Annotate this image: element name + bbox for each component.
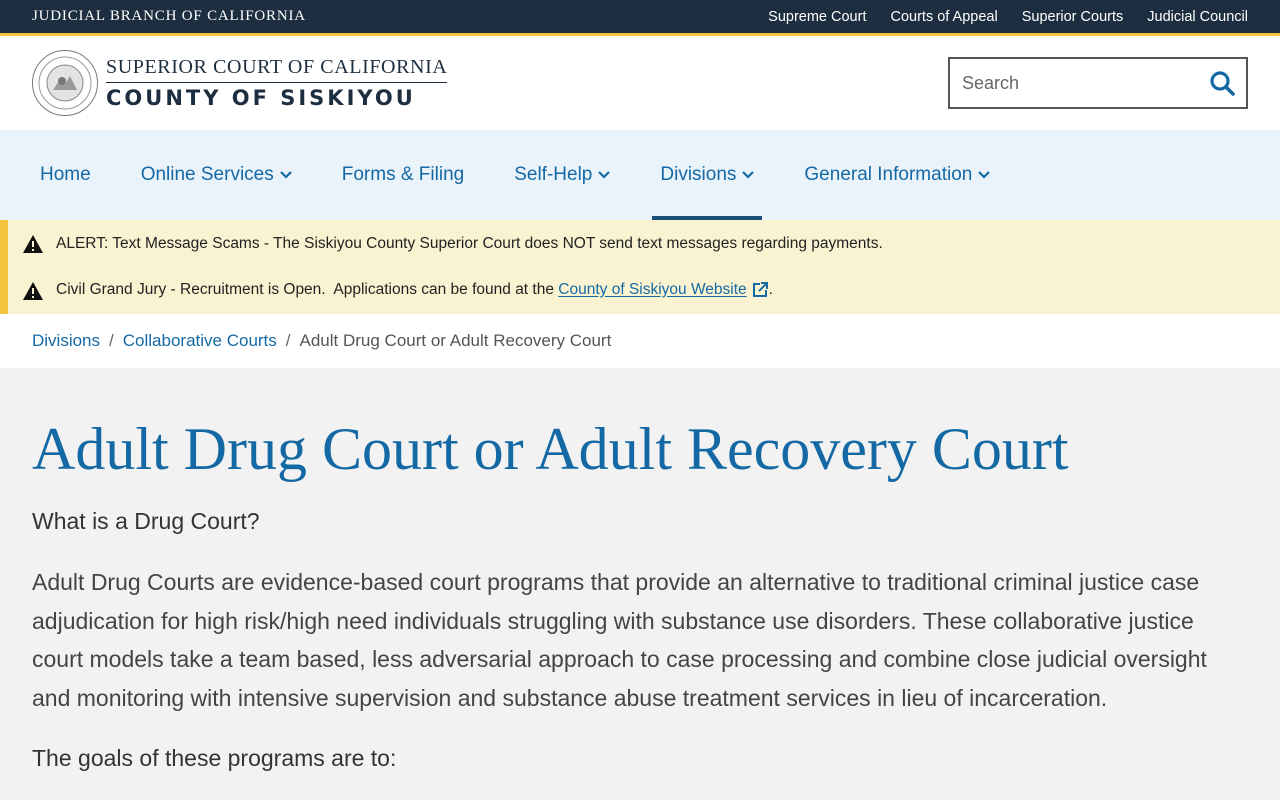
external-link-icon — [752, 282, 768, 298]
chevron-down-icon — [598, 171, 611, 179]
alert-banner: ALERT: Text Message Scams - The Siskiyou… — [0, 220, 1280, 314]
site-logo[interactable]: SUPERIOR COURT OF CALIFORNIA COUNTY OF S… — [32, 50, 448, 116]
top-links: Supreme Court Courts of Appeal Superior … — [768, 9, 1248, 25]
alert-civil-grand-jury-prefix: Civil Grand Jury - Recruitment is Open. … — [56, 281, 559, 299]
breadcrumb: Divisions / Collaborative Courts / Adult… — [0, 314, 1280, 368]
courts-of-appeal-link[interactable]: Courts of Appeal — [890, 9, 997, 25]
main-content: Adult Drug Court or Adult Recovery Court… — [0, 368, 1280, 772]
nav-self-help-label: Self-Help — [514, 164, 593, 185]
nav-forms-filing-label: Forms & Filing — [341, 164, 465, 185]
breadcrumb-separator: / — [285, 331, 291, 350]
nav-home-label: Home — [40, 164, 91, 185]
breadcrumb-separator: / — [109, 331, 114, 350]
breadcrumb-current: Adult Drug Court or Adult Recovery Court — [299, 331, 612, 350]
warning-icon — [23, 234, 43, 253]
breadcrumb-collaborative-courts[interactable]: Collaborative Courts — [123, 331, 277, 351]
logo-text: SUPERIOR COURT OF CALIFORNIA COUNTY OF S… — [106, 56, 448, 110]
goals-intro: The goals of these programs are to: — [32, 745, 397, 771]
alert-civil-grand-jury: Civil Grand Jury - Recruitment is Open. … — [22, 267, 1280, 314]
superior-courts-link[interactable]: Superior Courts — [1022, 9, 1124, 25]
site-header: SUPERIOR COURT OF CALIFORNIA COUNTY OF S… — [0, 36, 1280, 130]
nav-self-help[interactable]: Self-Help — [506, 130, 618, 220]
main-nav: Home Online Services Forms & Filing Self… — [0, 130, 1280, 220]
nav-divisions-label: Divisions — [660, 164, 737, 185]
chevron-down-icon — [742, 171, 755, 179]
alert-civil-grand-jury-suffix: . — [768, 281, 773, 299]
logo-line-2: COUNTY OF SISKIYOU — [106, 86, 416, 110]
alert-text-scams: ALERT: Text Message Scams - The Siskiyou… — [22, 220, 1280, 267]
county-website-link[interactable]: County of Siskiyou Website — [558, 282, 746, 299]
section-question: What is a Drug Court? — [32, 508, 260, 534]
nav-general-information[interactable]: General Information — [796, 130, 998, 220]
alert-civil-grand-jury-message: Civil Grand Jury - Recruitment is Open. … — [56, 281, 773, 299]
search-icon[interactable] — [1206, 67, 1238, 99]
nav-forms-filing[interactable]: Forms & Filing — [334, 130, 472, 220]
alert-text-scams-message: ALERT: Text Message Scams - The Siskiyou… — [56, 234, 883, 252]
warning-icon — [23, 281, 43, 300]
nav-divisions[interactable]: Divisions — [652, 130, 763, 220]
nav-general-information-label: General Information — [804, 164, 973, 185]
judicial-council-link[interactable]: Judicial Council — [1147, 9, 1248, 25]
breadcrumb-divisions[interactable]: Divisions — [32, 331, 100, 351]
description-paragraph: Adult Drug Courts are evidence-based cou… — [32, 569, 1207, 711]
judicial-branch-link[interactable]: JUDICIAL BRANCH OF CALIFORNIA — [32, 8, 306, 25]
chevron-down-icon — [279, 171, 292, 179]
court-seal-icon — [32, 50, 98, 116]
nav-home[interactable]: Home — [32, 130, 99, 220]
search-box — [948, 57, 1248, 109]
top-utility-bar: JUDICIAL BRANCH OF CALIFORNIA Supreme Co… — [0, 0, 1280, 36]
nav-online-services-label: Online Services — [140, 164, 274, 185]
chevron-down-icon — [978, 171, 991, 179]
page-title: Adult Drug Court or Adult Recovery Court — [32, 416, 1069, 482]
logo-line-1: SUPERIOR COURT OF CALIFORNIA — [106, 56, 448, 83]
search-input[interactable] — [962, 72, 1206, 94]
supreme-court-link[interactable]: Supreme Court — [768, 9, 866, 25]
nav-online-services[interactable]: Online Services — [133, 130, 300, 220]
